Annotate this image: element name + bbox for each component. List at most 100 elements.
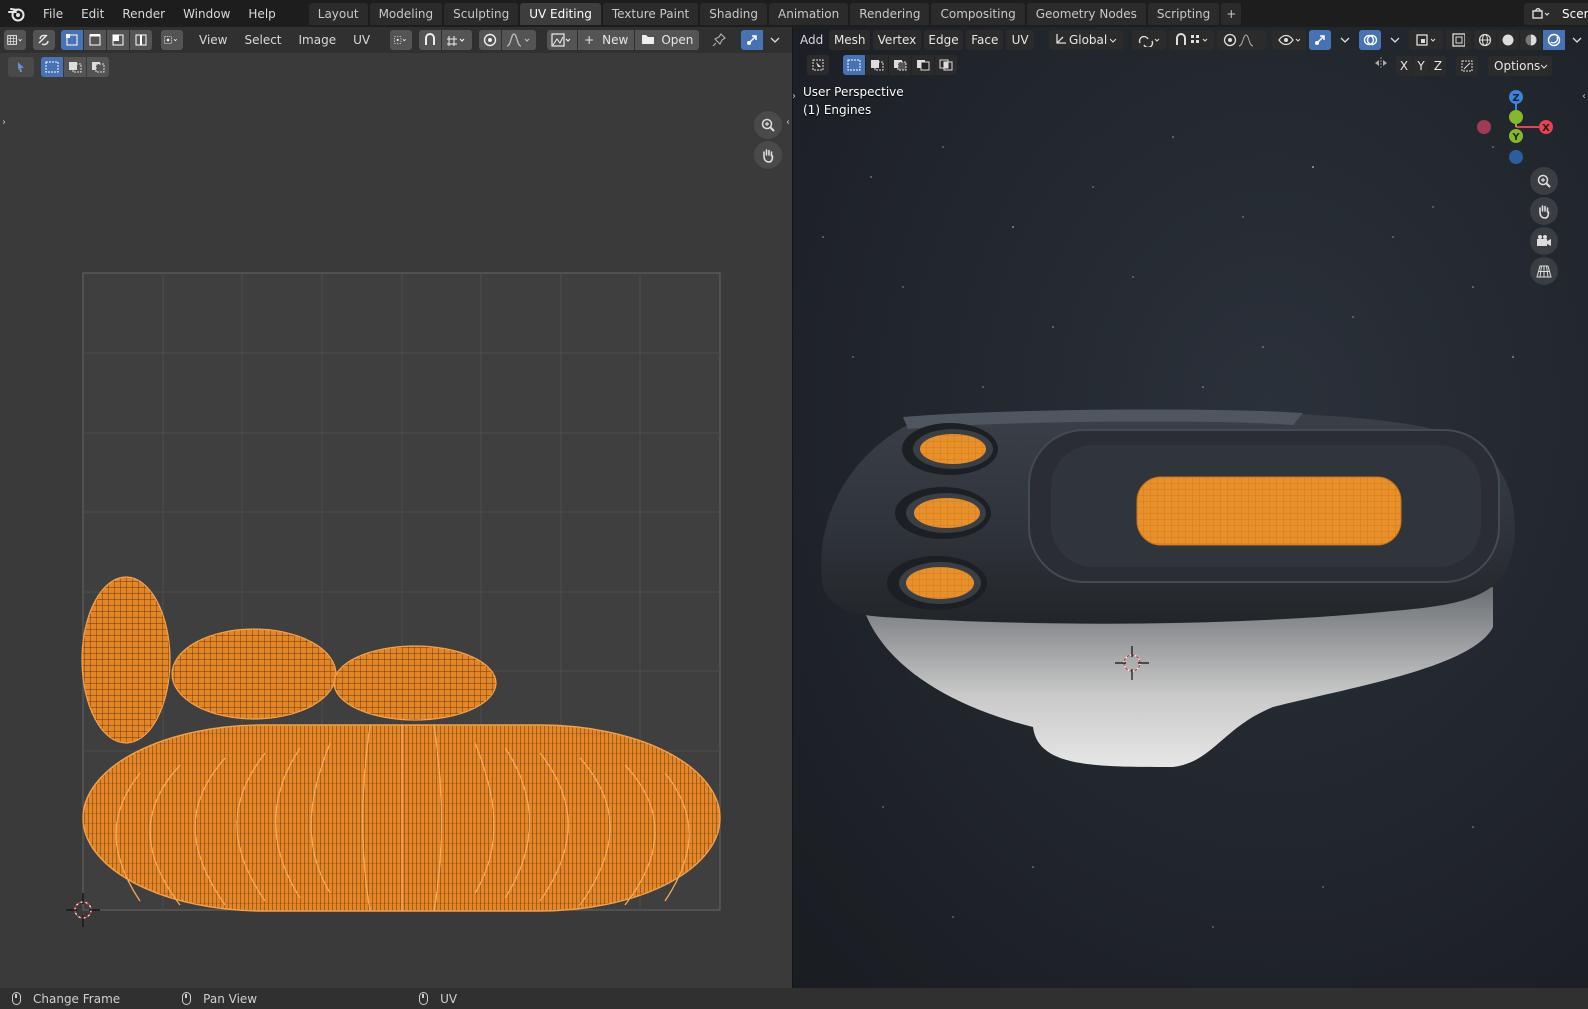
viewport-mode-difference-icon[interactable] [912,55,934,75]
snap-group [419,30,473,50]
shading-dropdown-icon[interactable] [1566,30,1588,50]
engine-main-glow [1136,476,1402,546]
viewport-mode-set-icon[interactable] [843,55,865,75]
viewport-overlays-toggle-icon[interactable] [1359,30,1382,50]
proportional-edit-icon[interactable] [479,30,502,50]
viewport-scene[interactable] [793,27,1588,988]
menu-window[interactable]: Window [174,3,239,25]
gizmo-z-label: Z [1512,93,1519,104]
gizmo-toggle-icon[interactable] [741,30,764,50]
image-browse-icon[interactable] [547,30,578,50]
viewport-mode-intersect-icon[interactable] [935,55,957,75]
viewport-mode-subtract-icon[interactable] [889,55,911,75]
tab-sculpting[interactable]: Sculpting [444,2,519,25]
island-select-icon[interactable] [130,30,152,50]
mirror-x-button[interactable]: X [1396,56,1412,76]
tab-rendering[interactable]: Rendering [850,2,930,25]
menu-view[interactable]: View [192,30,234,50]
face-select-icon[interactable] [107,30,129,50]
add-workspace-button[interactable]: + [1221,2,1242,25]
scene-icon[interactable] [1524,3,1558,25]
viewport-gizmo-dropdown-icon[interactable] [1334,30,1356,50]
editor-type-icon[interactable] [4,30,26,50]
gizmo-dropdown-icon[interactable] [764,30,786,50]
new-image-button[interactable]: + New [578,30,635,50]
folder-icon [641,33,655,48]
menu-uv-viewport[interactable]: UV [1006,30,1034,50]
viewport-select-tool-icon[interactable] [807,55,829,75]
mouse-middle-icon [182,992,192,1005]
scene-selector[interactable]: Scen [1524,3,1588,25]
viewport-toolbar-expand-icon[interactable]: › [793,91,796,102]
viewport-zoom-icon[interactable] [1530,167,1558,195]
rendered-shading-icon[interactable] [1543,30,1565,50]
menu-render[interactable]: Render [113,3,174,25]
viewport-gizmo-toggle-icon[interactable] [1309,30,1332,50]
pivot-dropdown-icon[interactable] [1132,30,1167,50]
options-label: Options [1494,59,1541,73]
menu-mesh[interactable]: Mesh [829,30,871,50]
tab-shading[interactable]: Shading [700,2,767,25]
menu-uv[interactable]: UV [346,30,377,50]
mirror-y-button[interactable]: Y [1413,56,1429,76]
camera-view-icon[interactable] [1530,227,1558,255]
gizmo-x-neg-axis [1477,120,1491,134]
falloff-curve-icon[interactable] [502,30,537,50]
wireframe-shading-icon[interactable] [1474,30,1496,50]
engine-nozzle-1 [902,423,998,475]
menu-vertex[interactable]: Vertex [873,30,921,50]
mesh-edit-overlays-icon[interactable] [1409,30,1444,50]
solid-shading-icon[interactable] [1497,30,1519,50]
edge-select-icon[interactable] [84,30,106,50]
tab-layout[interactable]: Layout [308,2,368,25]
viewport-overlays-dropdown-icon[interactable] [1384,30,1406,50]
navigation-gizmo[interactable]: Z Y X [1473,85,1553,165]
tab-compositing[interactable]: Compositing [931,2,1025,25]
menu-edit[interactable]: Edit [72,3,113,25]
gizmo-y-neg-axis [1509,110,1523,124]
tab-uv-editing[interactable]: UV Editing [520,2,601,25]
tab-modeling[interactable]: Modeling [369,2,443,25]
material-shading-icon[interactable] [1520,30,1542,50]
viewport-mode-extend-icon[interactable] [866,55,888,75]
sync-selection-icon[interactable] [33,30,55,50]
viewport-pan-hand-icon[interactable] [1530,197,1558,225]
pin-icon[interactable] [708,30,730,50]
menu-help[interactable]: Help [239,3,284,25]
blender-logo-icon[interactable] [0,0,34,27]
mirror-z-button[interactable]: Z [1430,56,1446,76]
mouse-left-icon [12,992,21,1005]
menu-edge[interactable]: Edge [923,30,964,50]
menu-select[interactable]: Select [237,30,288,50]
gizmo-z-neg-axis [1509,150,1523,164]
snap-viewport-icon[interactable] [1169,30,1215,50]
visibility-icon[interactable] [1272,30,1307,50]
uv-layout[interactable] [0,53,792,988]
uv-editor-panel: View Select Image UV + New Open › ‹ [0,27,834,988]
sticky-selection-icon[interactable] [161,30,183,50]
open-image-button[interactable]: Open [635,30,700,50]
uv-island-medium-2 [333,645,497,721]
menu-add[interactable]: Add [797,30,826,50]
scene-name-field[interactable]: Scen [1558,3,1588,25]
proportional-viewport-icon[interactable] [1217,30,1267,50]
menu-face[interactable]: Face [966,30,1004,50]
tab-animation[interactable]: Animation [769,2,849,25]
snap-icon[interactable] [419,30,442,50]
snap-target-icon[interactable] [442,30,473,50]
engine-nozzle-3 [887,556,987,610]
options-dropdown[interactable]: Options [1488,56,1552,76]
menu-image[interactable]: Image [292,30,344,50]
transform-orientation-dropdown[interactable]: Global [1048,30,1124,50]
tab-scripting[interactable]: Scripting [1147,2,1220,25]
viewport-sidebar-expand-icon[interactable]: ‹ [1582,91,1586,102]
uv-canvas[interactable]: › ‹ [0,53,792,988]
tab-texture-paint[interactable]: Texture Paint [602,2,699,25]
tab-geometry-nodes[interactable]: Geometry Nodes [1026,2,1146,25]
menu-file[interactable]: File [34,3,72,25]
xray-toggle-icon[interactable] [1446,30,1471,50]
projection-toggle-icon[interactable] [1530,257,1558,285]
vertex-select-icon[interactable] [61,30,83,50]
pivot-point-icon[interactable] [390,30,413,50]
auto-merge-icon[interactable] [1456,56,1478,76]
